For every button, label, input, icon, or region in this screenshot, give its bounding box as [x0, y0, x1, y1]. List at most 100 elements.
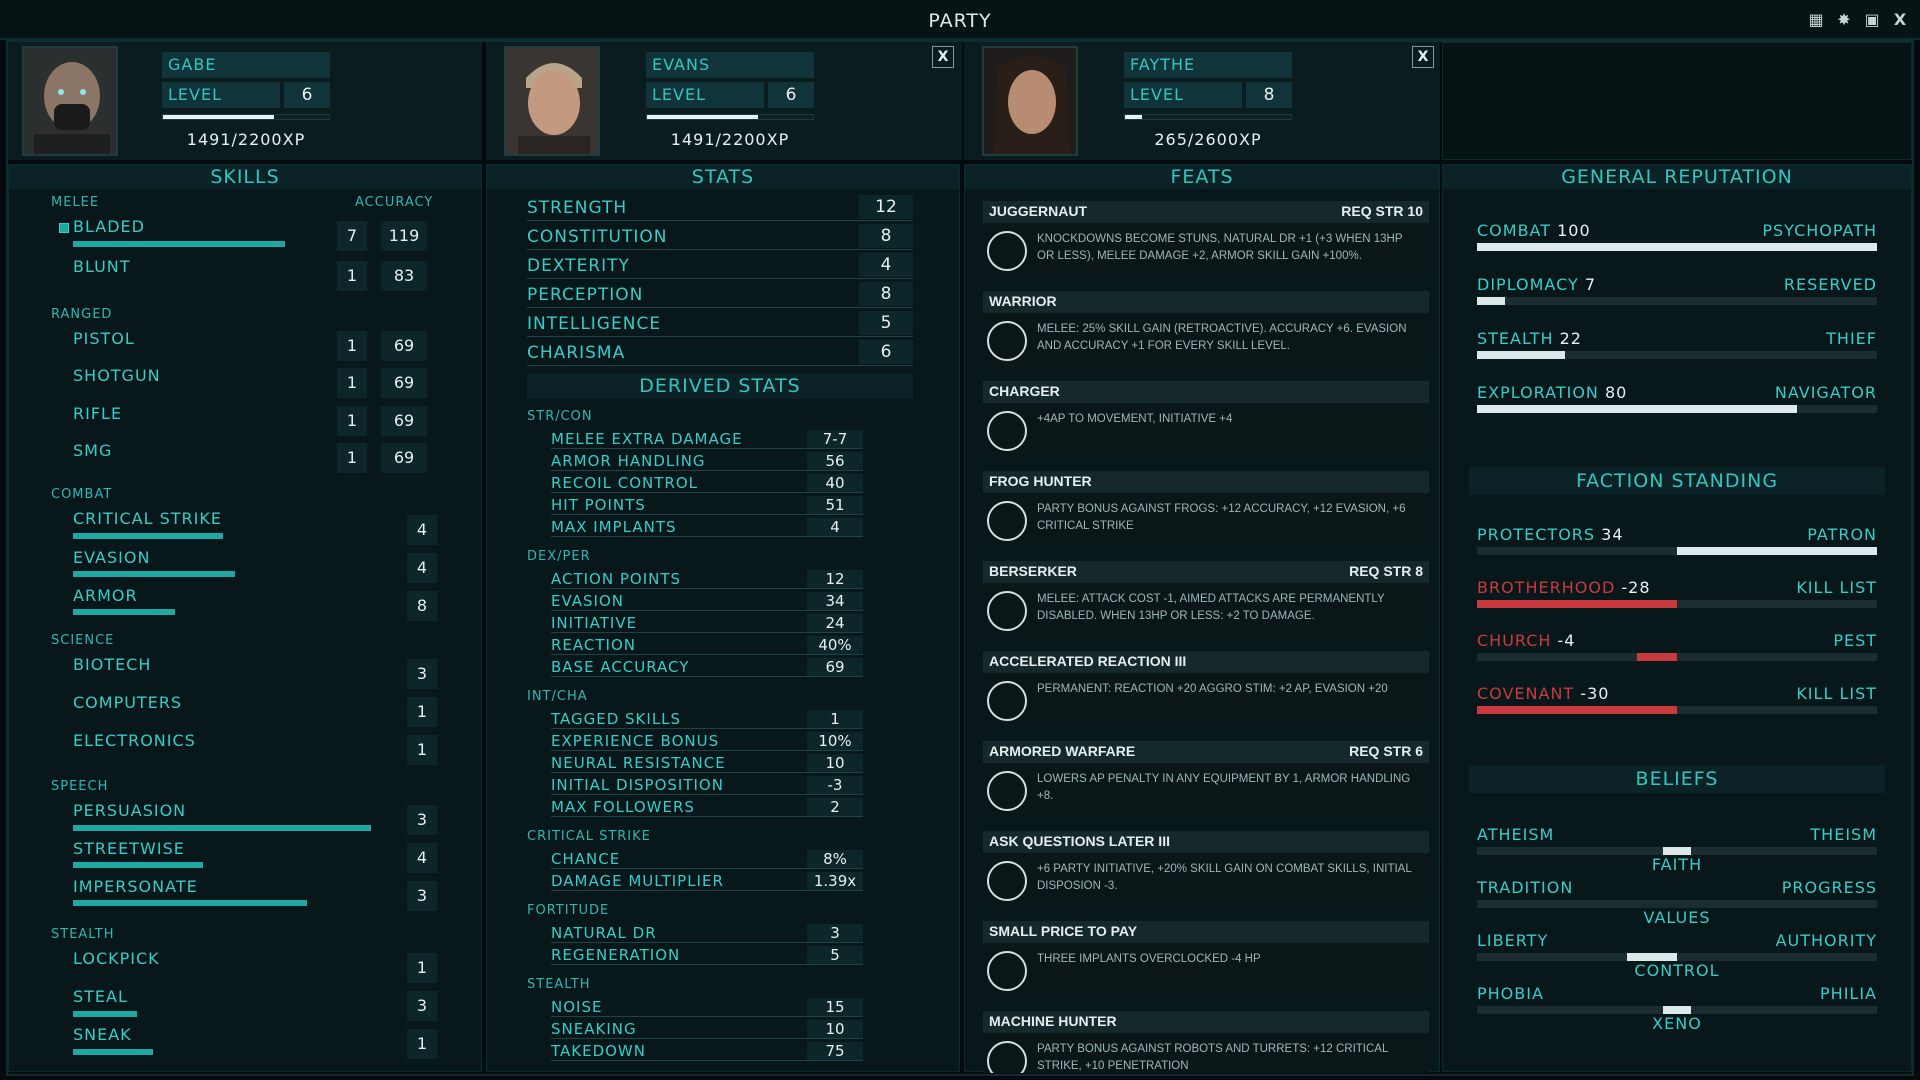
feat-header: FROG HUNTER — [983, 471, 1429, 493]
skill-steal[interactable]: STEAL — [73, 987, 128, 1006]
feat-frog-hunter[interactable]: FROG HUNTER PARTY BONUS AGAINST FROGS: +… — [983, 471, 1429, 545]
reputation-stealth[interactable]: STEALTH 22 THIEF — [1477, 329, 1877, 359]
reputation-combat[interactable]: COMBAT 100 PSYCHOPATH — [1477, 221, 1877, 251]
derived-stat-row[interactable]: RECOIL CONTROL 40 — [551, 473, 863, 493]
derived-stat-row[interactable]: BASE ACCURACY 69 — [551, 657, 863, 677]
skill-streetwise[interactable]: STREETWISE — [73, 839, 185, 858]
derived-stat-row[interactable]: EXPERIENCE BONUS 10% — [551, 731, 863, 751]
calendar-icon[interactable]: ▦ — [1806, 10, 1826, 30]
skill-electronics[interactable]: ELECTRONICS — [73, 731, 196, 750]
skill-critical-strike[interactable]: CRITICAL STRIKE — [73, 509, 222, 528]
derived-stat-row[interactable]: REGENERATION 5 — [551, 945, 863, 965]
tagged-skill-checkbox[interactable] — [59, 223, 69, 233]
derived-stat-row[interactable]: DAMAGE MULTIPLIER 1.39x — [551, 871, 863, 891]
belief-values[interactable]: TRADITION PROGRESS VALUES — [1477, 878, 1877, 928]
skill-smg[interactable]: SMG — [73, 441, 112, 460]
stat-intelligence[interactable]: INTELLIGENCE 5 — [527, 311, 913, 337]
skill-rifle[interactable]: RIFLE — [73, 404, 122, 423]
feat-berserker[interactable]: BERSERKER REQ STR 8 MELEE: ATTACK COST -1… — [983, 561, 1429, 635]
reputation-diplomacy[interactable]: DIPLOMACY 7 RESERVED — [1477, 275, 1877, 305]
faction-rank: PEST — [1833, 631, 1877, 650]
derived-stat-name: CHANCE — [551, 850, 621, 868]
skill-persuasion[interactable]: PERSUASION — [73, 801, 186, 820]
character-card-gabe[interactable]: GABE LEVEL 6 1491/2200XP — [8, 42, 482, 160]
belief-xeno[interactable]: PHOBIA PHILIA XENO — [1477, 984, 1877, 1034]
reputation-value: 22 — [1559, 329, 1582, 348]
skill-shotgun[interactable]: SHOTGUN — [73, 366, 161, 385]
skill-evasion[interactable]: EVASION — [73, 548, 150, 567]
derived-stat-row[interactable]: NATURAL DR 3 — [551, 923, 863, 943]
skill-impersonate[interactable]: IMPERSONATE — [73, 877, 198, 896]
derived-stat-row[interactable]: HIT POINTS 51 — [551, 495, 863, 515]
faction-fill — [1637, 653, 1677, 661]
derived-stat-row[interactable]: INITIATIVE 24 — [551, 613, 863, 633]
empty-party-slot[interactable] — [1442, 42, 1912, 160]
faction-church[interactable]: CHURCH -4 PEST — [1477, 631, 1877, 661]
faction-brotherhood[interactable]: BROTHERHOOD -28 KILL LIST — [1477, 578, 1877, 608]
feat-header: ASK QUESTIONS LATER III — [983, 831, 1429, 853]
skill-blunt[interactable]: BLUNT — [73, 257, 131, 276]
belief-control[interactable]: LIBERTY AUTHORITY CONTROL — [1477, 931, 1877, 981]
feat-charger[interactable]: CHARGER +4AP TO MOVEMENT, INITIATIVE +4 — [983, 381, 1429, 455]
skill-lockpick[interactable]: LOCKPICK — [73, 949, 160, 968]
derived-stat-row[interactable]: CHANCE 8% — [551, 849, 863, 869]
feat-accelerated-reaction[interactable]: ACCELERATED REACTION III PERMANENT: REAC… — [983, 651, 1429, 725]
feat-small-price-to-pay[interactable]: SMALL PRICE TO PAY THREE IMPLANTS OVERCL… — [983, 921, 1429, 995]
faction-protectors[interactable]: PROTECTORS 34 PATRON — [1477, 525, 1877, 555]
character-card-evans[interactable]: EVANS LEVEL 6 1491/2200XP X — [486, 42, 962, 160]
portrait-gabe[interactable] — [22, 46, 118, 156]
derived-stat-row[interactable]: INITIAL DISPOSITION -3 — [551, 775, 863, 795]
faction-rank: KILL LIST — [1796, 684, 1877, 703]
reputation-value: 80 — [1604, 383, 1628, 402]
portrait-faythe[interactable] — [982, 46, 1078, 156]
stats-title: STATS — [487, 165, 959, 189]
skill-armor[interactable]: ARMOR — [73, 586, 138, 605]
stat-value: 12 — [859, 195, 913, 219]
derived-stat-row[interactable]: ACTION POINTS 12 — [551, 569, 863, 589]
stat-strength[interactable]: STRENGTH 12 — [527, 195, 913, 221]
derived-stat-row[interactable]: EVASION 34 — [551, 591, 863, 611]
feat-name: SMALL PRICE TO PAY — [989, 923, 1138, 939]
reputation-exploration[interactable]: EXPLORATION 80 NAVIGATOR — [1477, 383, 1877, 413]
skill-value: 3 — [407, 805, 437, 835]
derived-stat-row[interactable]: TAGGED SKILLS 1 — [551, 709, 863, 729]
skill-computers[interactable]: COMPUTERS — [73, 693, 182, 712]
feat-juggernaut[interactable]: JUGGERNAUT REQ STR 10 KNOCKDOWNS BECOME S… — [983, 201, 1429, 275]
skill-biotech[interactable]: BIOTECH — [73, 655, 151, 674]
stat-charisma[interactable]: CHARISMA 6 — [527, 340, 913, 366]
derived-stat-row[interactable]: SNEAKING 10 — [551, 1019, 863, 1039]
derived-stat-row[interactable]: TAKEDOWN 75 — [551, 1041, 863, 1061]
derived-stat-row[interactable]: REACTION 40% — [551, 635, 863, 655]
derived-stat-row[interactable]: NEURAL RESISTANCE 10 — [551, 753, 863, 773]
derived-stat-row[interactable]: MAX IMPLANTS 4 — [551, 517, 863, 537]
stat-constitution[interactable]: CONSTITUTION 8 — [527, 224, 913, 250]
character-card-faythe[interactable]: FAYTHE LEVEL 8 265/2600XP X — [964, 42, 1440, 160]
derived-stat-row[interactable]: MAX FOLLOWERS 2 — [551, 797, 863, 817]
skill-bladed[interactable]: BLADED — [73, 217, 145, 236]
stat-value: 4 — [859, 253, 913, 277]
skill-progress-bar — [73, 533, 223, 539]
derived-stat-row[interactable]: NOISE 15 — [551, 997, 863, 1017]
belief-faith[interactable]: ATHEISM THEISM FAITH — [1477, 825, 1877, 875]
feat-header: BERSERKER REQ STR 8 — [983, 561, 1429, 583]
derived-stat-row[interactable]: ARMOR HANDLING 56 — [551, 451, 863, 471]
close-window-button[interactable]: X — [1890, 10, 1910, 30]
remove-evans-button[interactable]: X — [932, 46, 954, 68]
feat-armored-warfare[interactable]: ARMORED WARFARE REQ STR 6 LOWERS AP PENAL… — [983, 741, 1429, 815]
feat-body: PARTY BONUS AGAINST FROGS: +12 ACCURACY,… — [983, 493, 1429, 545]
portrait-evans[interactable] — [504, 46, 600, 156]
remove-faythe-button[interactable]: X — [1412, 46, 1434, 68]
feat-warrior[interactable]: WARRIOR MELEE: 25% SKILL GAIN (RETROACTI… — [983, 291, 1429, 365]
feat-machine-hunter[interactable]: MACHINE HUNTER PARTY BONUS AGAINST ROBOT… — [983, 1011, 1429, 1073]
faction-covenant[interactable]: COVENANT -30 KILL LIST — [1477, 684, 1877, 714]
brain-icon[interactable]: ✸ — [1834, 10, 1854, 30]
derived-stat-row[interactable]: MELEE EXTRA DAMAGE 7-7 — [551, 429, 863, 449]
skills-title: SKILLS — [9, 165, 481, 189]
derived-stat-name: MAX IMPLANTS — [551, 518, 677, 536]
feat-ask-questions-later[interactable]: ASK QUESTIONS LATER III +6 PARTY INITIAT… — [983, 831, 1429, 905]
skill-pistol[interactable]: PISTOL — [73, 329, 135, 348]
stat-perception[interactable]: PERCEPTION 8 — [527, 282, 913, 308]
stat-dexterity[interactable]: DEXTERITY 4 — [527, 253, 913, 279]
window-icon[interactable]: ▣ — [1862, 10, 1882, 30]
skill-sneak[interactable]: SNEAK — [73, 1025, 132, 1044]
